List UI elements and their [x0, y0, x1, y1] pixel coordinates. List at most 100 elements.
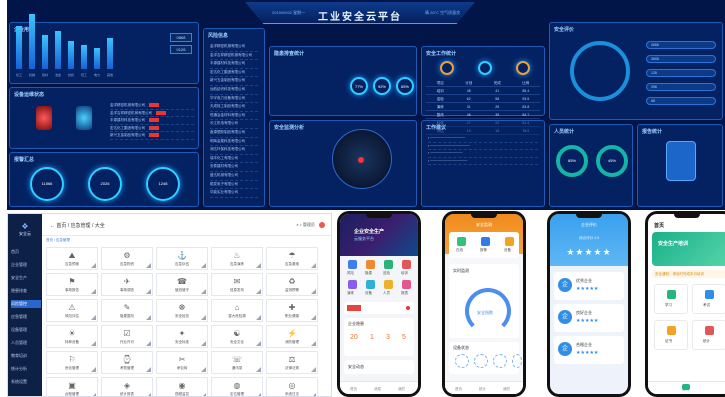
- feature-icon[interactable]: [348, 280, 357, 289]
- rating-card[interactable]: 企优秀企业 ★★★★★: [554, 272, 624, 300]
- risk-row[interactable]: 远航纺织科技有限公司: [210, 86, 258, 95]
- breadcrumb[interactable]: 首页 / 应急管理: [46, 238, 70, 243]
- module-card[interactable]: ✉ 信息发布: [211, 273, 263, 296]
- module-card[interactable]: ✦ 安全标准: [156, 325, 208, 348]
- module-card[interactable]: ◈ 统计报表: [101, 377, 153, 396]
- device-icon[interactable]: [505, 237, 514, 246]
- risk-row[interactable]: 金洋吉祥精密机械有限公司: [210, 52, 258, 61]
- sidebar-item[interactable]: 人员管理: [11, 339, 41, 347]
- tab-home[interactable]: 首页: [455, 387, 462, 392]
- module-card[interactable]: ♨ 应急演练: [211, 247, 263, 270]
- alarm-icon[interactable]: [481, 237, 490, 246]
- safety-analysis-panel: 安全监测分析: [269, 120, 417, 207]
- module-card[interactable]: ⌂ 重大危险源: [211, 299, 263, 322]
- risk-row[interactable]: 长江机电有限公司: [210, 120, 258, 129]
- equipment-row[interactable]: 丰源建材科技有限公司: [110, 117, 194, 125]
- notice-bar[interactable]: 安全通知：请及时完成本月培训: [652, 270, 725, 278]
- module-card[interactable]: ☑ 作业许可: [101, 325, 153, 348]
- equipment-row[interactable]: 新兴五金制品有限公司: [110, 132, 194, 140]
- module-card[interactable]: ⛰ 应急预案: [46, 247, 98, 270]
- risk-row[interactable]: 安泰建材有限公司: [210, 163, 258, 172]
- feature-card[interactable]: 考试: [692, 284, 725, 314]
- sidebar-item[interactable]: 企业管理: [11, 261, 41, 269]
- sidebar-item[interactable]: 教育培训: [11, 352, 41, 360]
- risk-row[interactable]: 新兴五金制品有限公司: [210, 77, 258, 86]
- module-card[interactable]: ⚐ 危化管理: [46, 351, 98, 374]
- risk-row[interactable]: 润达环保科技有限公司: [210, 146, 258, 155]
- sidebar-item[interactable]: 隐患排查: [11, 287, 41, 295]
- table-row: 培训 48 41 85.4: [426, 87, 540, 95]
- feature-card[interactable]: 学习: [654, 284, 688, 314]
- feature-icon[interactable]: [402, 260, 411, 269]
- module-card[interactable]: ☂ 应急避难: [266, 247, 318, 270]
- sidebar-item[interactable]: 风险管控: [11, 300, 41, 308]
- module-card[interactable]: ☏ 通讯录: [211, 351, 263, 374]
- sidebar-item[interactable]: 设备管理: [11, 326, 41, 334]
- feature-card[interactable]: 统计: [692, 320, 725, 350]
- feature-icon[interactable]: [402, 280, 411, 289]
- feature-icon[interactable]: [384, 280, 393, 289]
- module-card[interactable]: ✚ 职业健康: [266, 299, 318, 322]
- risk-row[interactable]: 顺发电子有限公司: [210, 181, 258, 190]
- risk-row[interactable]: 金洋精密机械有限公司: [210, 43, 258, 52]
- module-card[interactable]: ☯ 安全文化: [211, 325, 263, 348]
- tab-home[interactable]: 首页: [350, 387, 357, 392]
- online-icon[interactable]: [457, 237, 466, 246]
- module-card[interactable]: ☎ 值班值守: [156, 273, 208, 296]
- bell-icon[interactable]: ♪: [300, 222, 302, 227]
- risk-row[interactable]: 盛达机械有限公司: [210, 172, 258, 181]
- avatar[interactable]: [319, 222, 325, 228]
- module-card[interactable]: ⌚ 考勤管理: [101, 351, 153, 374]
- risk-row[interactable]: 丰源建材科技有限公司: [210, 60, 258, 69]
- risk-row[interactable]: 华能实业有限公司: [210, 189, 258, 198]
- module-card[interactable]: ⚡ 消防管理: [266, 325, 318, 348]
- module-card[interactable]: ☀ 特种设备: [46, 325, 98, 348]
- module-card[interactable]: ✎ 隐患整改: [101, 299, 153, 322]
- module-card[interactable]: ▣ 台账管理: [46, 377, 98, 396]
- tab-mine[interactable]: 我的: [503, 387, 510, 392]
- risk-row[interactable]: 宏达化工集团有限公司: [210, 69, 258, 78]
- feature-icon[interactable]: [366, 280, 375, 289]
- tab-mine[interactable]: 我的: [398, 387, 405, 392]
- module-card[interactable]: ☸ 安全检查: [156, 299, 208, 322]
- module-card[interactable]: ◉ 视频监控: [156, 377, 208, 396]
- user-name[interactable]: 管理员: [303, 222, 315, 227]
- module-card[interactable]: ⚙ 应急物资: [101, 247, 153, 270]
- feature-icon[interactable]: [366, 260, 375, 269]
- sidebar-item[interactable]: 首页: [11, 248, 41, 256]
- table-cell: 培训: [436, 89, 444, 93]
- sidebar-item[interactable]: 系统设置: [11, 378, 41, 386]
- equipment-row[interactable]: 金洋精密机械有限公司: [110, 102, 194, 110]
- module-card[interactable]: ✂ 承包商: [156, 351, 208, 374]
- risk-row[interactable]: 恒通冶金材料有限公司: [210, 112, 258, 121]
- risk-row[interactable]: 鑫源塑胶制品有限公司: [210, 129, 258, 138]
- sidebar-item[interactable]: 应急管理: [11, 313, 41, 321]
- table-cell: 62: [466, 97, 471, 101]
- feature-icon[interactable]: [348, 260, 357, 269]
- equipment-row[interactable]: 金洋吉祥精密机械有限公司: [110, 110, 194, 118]
- module-card[interactable]: ⚠ 风险评估: [46, 299, 98, 322]
- banner-title: 企业安全生产: [354, 229, 385, 235]
- risk-row[interactable]: 明辉金属科技有限公司: [210, 138, 258, 147]
- module-card[interactable]: ✈ 事故调查: [101, 273, 153, 296]
- module-card[interactable]: ⚓ 应急队伍: [156, 247, 208, 270]
- sidebar-item[interactable]: 安全生产: [11, 274, 41, 282]
- rating-card[interactable]: 企良好企业 ★★★★★: [554, 304, 624, 332]
- search-icon[interactable]: ⌕: [296, 222, 298, 227]
- tab-stats[interactable]: 统计: [479, 387, 486, 392]
- equipment-row[interactable]: 宏达化工集团有限公司: [110, 125, 194, 133]
- module-card[interactable]: ◎ 系统日志: [266, 377, 318, 396]
- feature-icon[interactable]: [384, 260, 393, 269]
- risk-row[interactable]: 瑞丰化工有限公司: [210, 155, 258, 164]
- risk-row[interactable]: 华宇电力设备有限公司: [210, 95, 258, 104]
- module-card[interactable]: ♻ 监测预警: [266, 273, 318, 296]
- sidebar-item[interactable]: 统计分析: [11, 365, 41, 373]
- tab-message[interactable]: 消息: [374, 387, 381, 392]
- risk-row[interactable]: 天成轻工制品有限公司: [210, 103, 258, 112]
- module-card[interactable]: ⚖ 法律法规: [266, 351, 318, 374]
- module-card[interactable]: ⚑ 事故报告: [46, 273, 98, 296]
- feature-card[interactable]: 证书: [654, 320, 688, 350]
- rating-card[interactable]: 企合格企业 ★★★★★: [554, 336, 624, 364]
- module-card[interactable]: ◍ 定位管理: [211, 377, 263, 396]
- tab-home[interactable]: 首页: [682, 387, 689, 392]
